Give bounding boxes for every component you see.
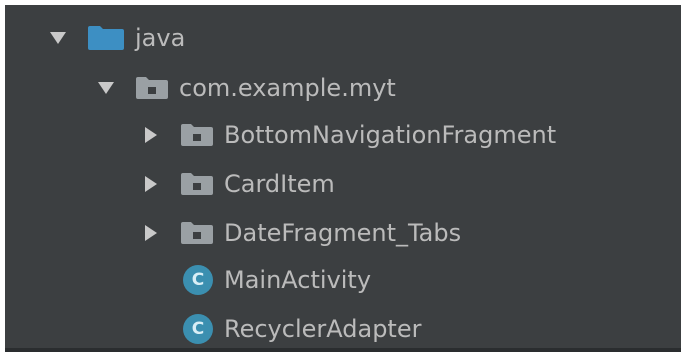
tree-node-class-recycleradapter[interactable]: C RecyclerAdapter (182, 307, 421, 351)
expand-arrow-right-icon[interactable] (140, 173, 162, 195)
package-folder-icon (135, 76, 169, 100)
class-icon: C (182, 264, 214, 296)
source-folder-icon (87, 25, 125, 51)
panel-bottom-divider (5, 348, 681, 352)
package-folder-icon (180, 221, 214, 245)
tree-node-label: java (135, 24, 186, 52)
tree-node-label: MainActivity (224, 266, 372, 294)
tree-node-label: BottomNavigationFragment (224, 121, 557, 149)
tree-node-label: DateFragment_Tabs (224, 219, 462, 247)
tree-node-package-carditem[interactable]: CardItem (140, 162, 335, 206)
project-tree-panel: java com.example.myt BottomNavigationFra… (5, 5, 681, 352)
package-folder-icon (180, 172, 214, 196)
tree-node-label: com.example.myt (179, 74, 396, 102)
tree-node-java[interactable]: java (47, 16, 185, 60)
expand-arrow-down-icon[interactable] (47, 27, 69, 49)
class-badge-letter: C (191, 270, 205, 290)
tree-node-package-com-example-myt[interactable]: com.example.myt (95, 66, 396, 110)
screenshot-frame: java com.example.myt BottomNavigationFra… (0, 0, 683, 357)
expand-arrow-down-icon[interactable] (95, 77, 117, 99)
class-icon: C (182, 313, 214, 345)
tree-node-package-bottomnavigationfragment[interactable]: BottomNavigationFragment (140, 113, 556, 157)
tree-node-class-mainactivity[interactable]: C MainActivity (182, 258, 371, 302)
tree-node-label: RecyclerAdapter (224, 315, 422, 343)
class-badge-letter: C (191, 319, 205, 339)
expand-arrow-right-icon[interactable] (140, 222, 162, 244)
package-folder-icon (180, 123, 214, 147)
tree-node-label: CardItem (224, 170, 335, 198)
expand-arrow-right-icon[interactable] (140, 124, 162, 146)
tree-node-package-datefragment-tabs[interactable]: DateFragment_Tabs (140, 211, 461, 255)
